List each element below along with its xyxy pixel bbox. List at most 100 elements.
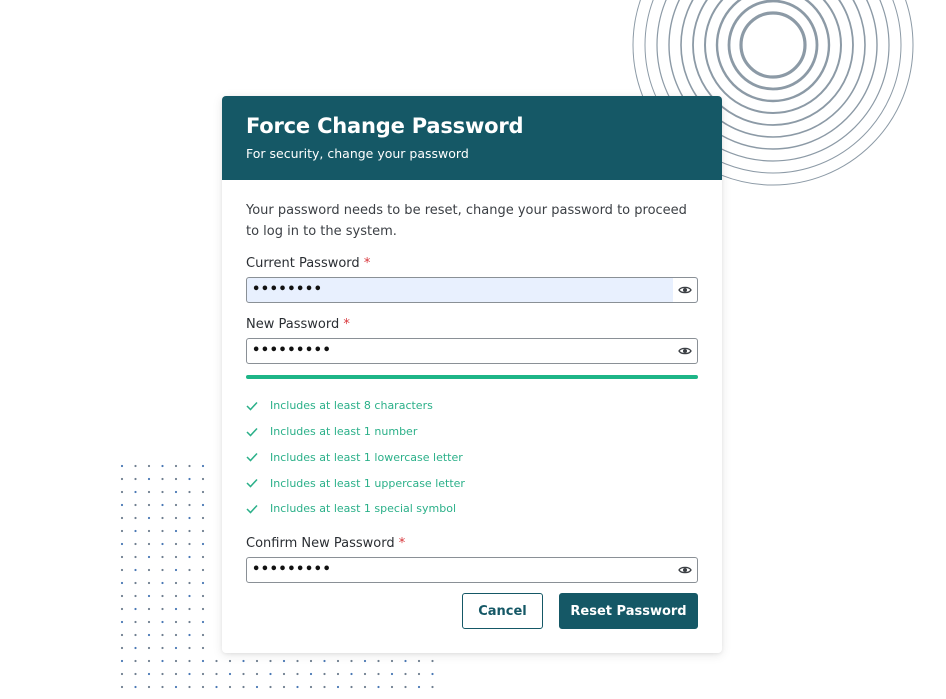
decorative-dot (404, 685, 407, 689)
decorative-dot (363, 659, 367, 663)
decorative-dot (161, 542, 164, 546)
decorative-dot (134, 685, 137, 689)
decorative-dot (120, 607, 124, 611)
decorative-dot (161, 581, 164, 585)
decorative-dot (201, 685, 205, 689)
decorative-dot (174, 490, 178, 494)
decorative-dot (417, 659, 421, 663)
decorative-dot (201, 503, 205, 507)
decorative-dot (174, 503, 178, 507)
decorative-dot (134, 633, 137, 637)
decorative-dot (174, 672, 178, 676)
decorative-dot (161, 620, 164, 624)
check-icon (246, 502, 260, 516)
decorative-dot (174, 581, 178, 585)
decorative-dot (336, 672, 340, 676)
decorative-dot (134, 659, 137, 663)
password-rule-text: Includes at least 1 special symbol (270, 502, 457, 516)
decorative-dot (174, 646, 178, 650)
decorative-dot (255, 685, 259, 689)
decorative-dot (134, 594, 137, 598)
decorative-dot (134, 581, 137, 585)
decorative-dot (188, 672, 191, 676)
decorative-dot (201, 594, 205, 598)
required-mark: * (398, 535, 406, 551)
decorative-dot (120, 659, 124, 663)
decorative-dot (161, 659, 164, 663)
decorative-dot (161, 633, 164, 637)
decorative-dot (188, 464, 191, 468)
eye-icon[interactable] (673, 557, 697, 582)
confirm-password-field[interactable]: ••••••••• (246, 556, 698, 583)
decorative-dot (120, 542, 124, 546)
new-password-value: ••••••••• (252, 343, 332, 358)
decorative-dot (201, 620, 205, 624)
decorative-dot (336, 685, 340, 689)
new-password-field[interactable]: ••••••••• (246, 338, 698, 364)
decorative-dot (404, 659, 407, 663)
decorative-dot (134, 555, 137, 559)
decorative-dot (134, 503, 137, 507)
current-password-label-text: Current Password (246, 256, 360, 271)
eye-icon[interactable] (673, 339, 697, 363)
decorative-dot (255, 659, 259, 663)
decorative-dot (120, 594, 124, 598)
decorative-dot (296, 672, 299, 676)
password-rules: Includes at least 8 characters Includes … (246, 393, 698, 522)
decorative-dot (120, 464, 124, 468)
decorative-dot (201, 633, 205, 637)
decorative-dot (174, 542, 178, 546)
decorative-dot (269, 659, 272, 663)
password-rule-text: Includes at least 8 characters (270, 399, 433, 413)
confirm-password-label-text: Confirm New Password (246, 535, 395, 551)
decorative-dot (188, 607, 191, 611)
decorative-dot (417, 685, 421, 689)
cancel-button[interactable]: Cancel (462, 593, 543, 629)
decorative-dot (201, 672, 205, 676)
decorative-dot (120, 581, 124, 585)
reset-password-button[interactable]: Reset Password (559, 593, 698, 629)
decorative-dot (134, 490, 137, 494)
current-password-field[interactable]: •••••••• (246, 277, 698, 303)
decorative-dot (363, 672, 367, 676)
decorative-dot (323, 672, 326, 676)
decorative-dot (147, 529, 151, 533)
decorative-dot (161, 490, 164, 494)
decorative-dot (174, 568, 178, 572)
decorative-dot (269, 685, 272, 689)
decorative-dot (296, 659, 299, 663)
decorative-dot (174, 594, 178, 598)
decorative-dot (174, 477, 178, 481)
decorative-dot (390, 685, 394, 689)
check-icon (246, 399, 260, 413)
decorative-dot (147, 477, 151, 481)
decorative-dot (120, 685, 124, 689)
eye-icon[interactable] (673, 278, 697, 302)
decorative-dot (431, 685, 434, 689)
decorative-dot (188, 568, 191, 572)
change-password-card: Force Change Password For security, chan… (222, 96, 722, 653)
decorative-dot (147, 581, 151, 585)
decorative-dot (188, 633, 191, 637)
decorative-dot (161, 646, 164, 650)
decorative-dot (134, 568, 137, 572)
decorative-dot (282, 685, 286, 689)
card-header: Force Change Password For security, chan… (222, 96, 722, 180)
decorative-dot (147, 620, 151, 624)
decorative-dot (201, 490, 205, 494)
decorative-dot (188, 659, 191, 663)
required-mark: * (343, 317, 350, 332)
decorative-dot (296, 685, 299, 689)
decorative-dot (120, 568, 124, 572)
password-rule-text: Includes at least 1 lowercase letter (270, 450, 463, 464)
decorative-dot (120, 516, 124, 520)
decorative-dot (201, 477, 205, 481)
decorative-dot (417, 672, 421, 676)
decorative-dot (242, 685, 245, 689)
decorative-dot (350, 672, 353, 676)
decorative-dot (201, 464, 205, 468)
decorative-dot (188, 529, 191, 533)
decorative-dot (147, 542, 151, 546)
decorative-dot (134, 542, 137, 546)
decorative-dot (174, 659, 178, 663)
